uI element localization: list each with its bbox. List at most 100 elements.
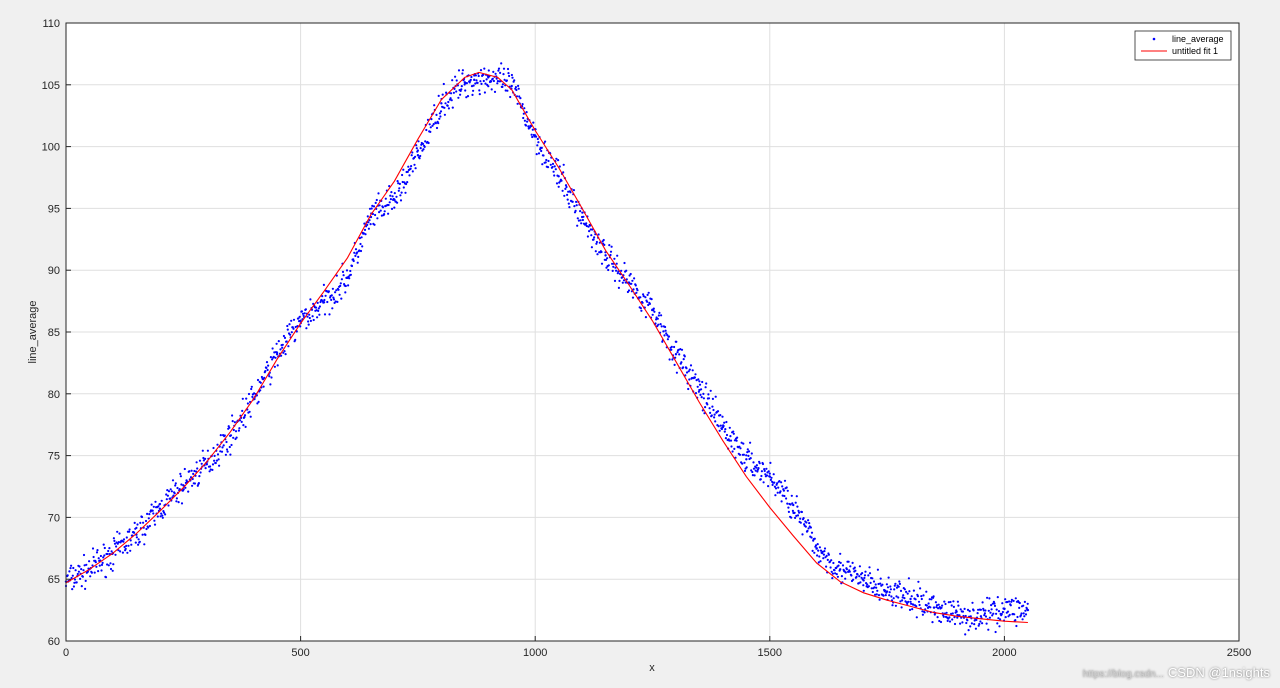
data-point: [457, 96, 460, 99]
data-point: [284, 353, 287, 356]
data-point: [100, 569, 103, 572]
data-point: [984, 615, 988, 618]
data-point: [300, 310, 303, 313]
data-point: [138, 540, 141, 543]
data-point: [701, 380, 704, 384]
data-point: [1015, 624, 1018, 628]
data-point: [944, 602, 947, 606]
data-point: [164, 513, 167, 516]
data-point: [419, 154, 422, 158]
data-point: [243, 414, 247, 417]
data-point: [457, 69, 461, 72]
data-point: [908, 608, 912, 612]
data-point: [901, 599, 904, 602]
data-point: [856, 573, 859, 576]
data-point: [760, 474, 763, 478]
data-point: [596, 253, 599, 256]
data-point: [322, 283, 325, 286]
data-point: [731, 450, 734, 453]
data-point: [781, 485, 784, 488]
data-point: [881, 583, 884, 586]
data-point: [623, 261, 626, 265]
data-point: [84, 587, 87, 591]
data-point: [723, 421, 726, 424]
data-point: [841, 564, 845, 567]
data-point: [974, 627, 978, 630]
data-point: [1012, 599, 1015, 603]
data-point: [621, 281, 624, 284]
data-point: [830, 570, 833, 573]
data-point: [898, 582, 902, 586]
data-point: [862, 589, 865, 592]
data-point: [429, 130, 432, 133]
data-point: [109, 567, 113, 571]
data-point: [122, 540, 125, 543]
data-point: [646, 300, 649, 303]
y-tick-label: 70: [48, 512, 60, 524]
data-point: [660, 325, 663, 328]
data-point: [125, 536, 128, 539]
data-point: [540, 149, 543, 153]
data-point: [871, 590, 874, 594]
data-point: [191, 484, 194, 487]
data-point: [356, 261, 359, 264]
data-point: [876, 589, 879, 592]
data-point: [566, 193, 569, 196]
data-point: [330, 298, 333, 301]
data-point: [450, 99, 453, 102]
data-point: [472, 89, 475, 92]
data-point: [1014, 619, 1017, 622]
data-point: [473, 78, 476, 82]
data-point: [531, 135, 534, 139]
data-point: [429, 126, 432, 129]
data-point: [249, 415, 252, 418]
data-point: [526, 120, 529, 123]
data-point: [772, 473, 775, 476]
data-point: [1016, 615, 1019, 619]
data-point: [461, 69, 464, 72]
data-point: [154, 500, 157, 503]
data-point: [141, 533, 144, 536]
data-point: [396, 201, 399, 204]
data-point: [813, 551, 816, 554]
legend[interactable]: line_average untitled fit 1: [1134, 30, 1232, 61]
data-point: [557, 159, 560, 162]
y-tick-label: 110: [42, 18, 60, 30]
data-point: [271, 347, 274, 350]
data-point: [749, 457, 752, 460]
data-point: [82, 553, 86, 557]
data-point: [519, 97, 522, 100]
data-point: [283, 350, 286, 353]
data-point: [216, 443, 219, 446]
data-point: [1024, 613, 1028, 616]
data-point: [927, 602, 930, 605]
data-point: [230, 443, 233, 447]
data-point: [718, 429, 721, 432]
data-point: [112, 537, 115, 540]
data-point: [160, 499, 163, 502]
data-point: [743, 461, 746, 464]
data-point: [270, 376, 273, 379]
data-point: [345, 269, 349, 272]
data-point: [459, 93, 462, 96]
data-point: [959, 608, 962, 611]
data-point: [729, 439, 733, 442]
data-point: [844, 571, 847, 574]
data-point: [97, 570, 100, 573]
data-point: [328, 313, 331, 316]
data-point: [955, 610, 958, 613]
data-point: [553, 165, 556, 168]
data-point: [651, 313, 654, 316]
data-point: [698, 388, 701, 392]
data-point: [585, 222, 588, 225]
data-point: [698, 383, 702, 386]
data-point: [75, 581, 78, 584]
data-point: [942, 615, 945, 618]
data-point: [816, 543, 819, 546]
x-tick-label: 2000: [992, 647, 1016, 659]
data-point: [934, 601, 938, 604]
data-point: [354, 248, 358, 251]
data-point: [446, 104, 449, 107]
data-point: [805, 521, 808, 524]
data-point: [1013, 613, 1016, 616]
